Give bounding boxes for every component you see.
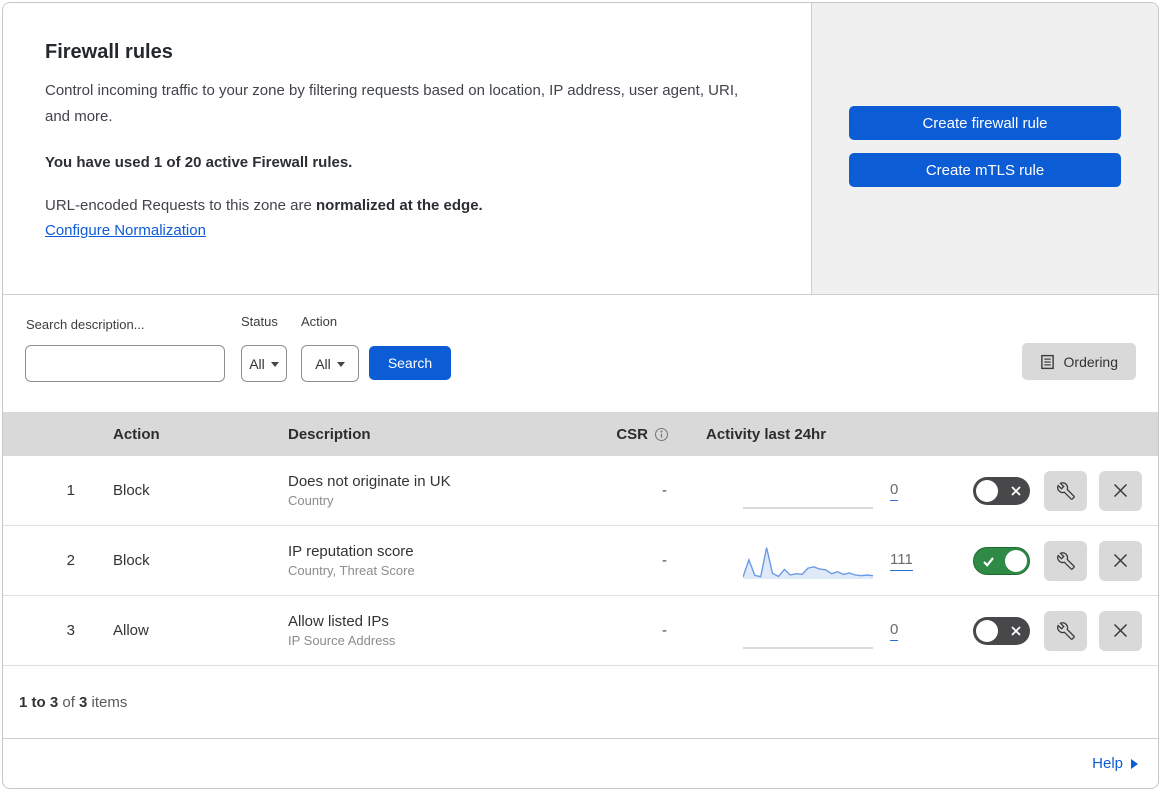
delete-rule-button[interactable] [1099,610,1142,651]
status-filter-value: All [249,355,265,372]
rule-action: Block [113,482,150,499]
close-icon [1113,553,1128,568]
rule-activity-cell: 0 [673,471,918,511]
info-icon[interactable] [654,427,669,442]
rule-csr-value: - [662,622,667,639]
help-link[interactable]: Help [1092,755,1138,772]
hero-text-panel: Firewall rules Control incoming traffic … [3,3,812,294]
wrench-icon [1056,551,1075,570]
rule-controls [918,610,1158,651]
action-filter-dropdown[interactable]: All [301,345,359,382]
wrench-icon [1056,481,1075,500]
page-title: Firewall rules [45,41,173,63]
configure-normalization-link[interactable]: Configure Normalization [45,222,206,239]
activity-sparkline [743,506,873,509]
rule-priority: 3 [66,622,75,639]
status-filter-dropdown[interactable]: All [241,345,287,382]
rule-description-cell: IP reputation score Country, Threat Scor… [273,543,593,578]
activity-count-link[interactable]: 111 [890,551,913,571]
delete-rule-button[interactable] [1099,470,1142,511]
activity-count-link[interactable]: 0 [890,481,899,501]
rule-description-cell: Allow listed IPs IP Source Address [273,613,593,648]
activity-count-link[interactable]: 0 [890,621,899,641]
action-filter-value: All [315,355,331,372]
toggle-knob [976,619,998,642]
close-icon [1113,483,1128,498]
enable-toggle[interactable] [973,476,1030,505]
rule-fields: Country, Threat Score [288,563,415,578]
toggle-off-x-icon [1011,485,1021,496]
column-header-csr: CSR [616,426,673,443]
rule-controls [918,470,1158,511]
help-link-label: Help [1092,755,1123,772]
ordering-list-icon [1040,354,1054,369]
column-header-csr-label: CSR [616,425,648,443]
status-filter-label: Status [241,314,278,329]
table-row: 2 Block IP reputation score Country, Thr… [3,526,1158,596]
toggle-off-x-icon [1011,625,1021,636]
delete-rule-button[interactable] [1099,540,1142,581]
column-header-activity: Activity last 24hr [706,425,827,443]
rule-description: IP reputation score [288,543,414,560]
ordering-button-label: Ordering [1063,353,1118,370]
toggle-knob [976,479,998,502]
filter-bar: Search description... Status All Action … [3,295,1158,412]
normalization-note: URL-encoded Requests to this zone are no… [45,197,763,214]
rule-description: Allow listed IPs [288,613,389,630]
edit-rule-button[interactable] [1044,540,1087,581]
search-label: Search description... [26,317,145,332]
rule-activity-cell: 111 [673,541,918,581]
rule-fields: IP Source Address [288,633,396,648]
rule-csr-value: - [662,552,667,569]
toggle-knob [1005,549,1027,572]
table-row: 3 Allow Allow listed IPs IP Source Addre… [3,596,1158,666]
column-header-description: Description [288,425,371,443]
rule-description: Does not originate in UK [288,473,451,490]
pagination-summary: 1 to 3 of 3 items [3,666,1158,739]
rule-activity-cell: 0 [673,611,918,651]
search-box[interactable] [25,345,229,382]
usage-summary: You have used 1 of 20 active Firewall ru… [45,154,353,171]
toggle-on-check-icon [983,556,994,567]
pagination-of: of [58,693,80,711]
rule-controls [918,540,1158,581]
normalization-note-bold: normalized at the edge. [316,197,483,214]
action-filter-label: Action [301,314,338,329]
rule-fields: Country [288,493,334,508]
ordering-button[interactable]: Ordering [1021,343,1136,380]
chevron-down-icon [270,361,279,367]
edit-rule-button[interactable] [1044,610,1087,651]
table-header: Action Description CSR Activity last 24h… [3,412,1158,456]
close-icon [1113,623,1128,638]
rule-action: Allow [113,622,149,639]
help-bar: Help [3,739,1158,788]
search-button[interactable]: Search [369,346,451,380]
hero-section: Firewall rules Control incoming traffic … [3,3,1158,295]
arrow-right-icon [1131,758,1138,769]
activity-sparkline [743,646,873,649]
activity-sparkline [743,546,873,579]
search-input[interactable] [44,346,229,381]
firewall-rules-page: Firewall rules Control incoming traffic … [2,2,1159,789]
chevron-down-icon [336,361,345,367]
rule-action: Block [113,552,150,569]
rule-priority: 2 [66,552,75,569]
rule-csr-value: - [662,482,667,499]
normalization-note-text: URL-encoded Requests to this zone are [45,197,316,214]
edit-rule-button[interactable] [1044,470,1087,511]
table-row: 1 Block Does not originate in UK Country… [3,456,1158,526]
enable-toggle[interactable] [973,616,1030,645]
pagination-range: 1 to 3 [19,693,59,711]
page-description: Control incoming traffic to your zone by… [45,82,739,125]
hero-action-panel: Create firewall rule Create mTLS rule [812,3,1158,294]
table-body: 1 Block Does not originate in UK Country… [3,456,1158,666]
rule-description-cell: Does not originate in UK Country [273,473,593,508]
column-header-action: Action [113,425,160,443]
rule-priority: 1 [66,482,75,499]
wrench-icon [1056,621,1075,640]
create-mtls-rule-button[interactable]: Create mTLS rule [849,153,1121,187]
pagination-items: items [87,693,128,711]
create-firewall-rule-button[interactable]: Create firewall rule [849,106,1121,140]
enable-toggle[interactable] [973,546,1030,575]
